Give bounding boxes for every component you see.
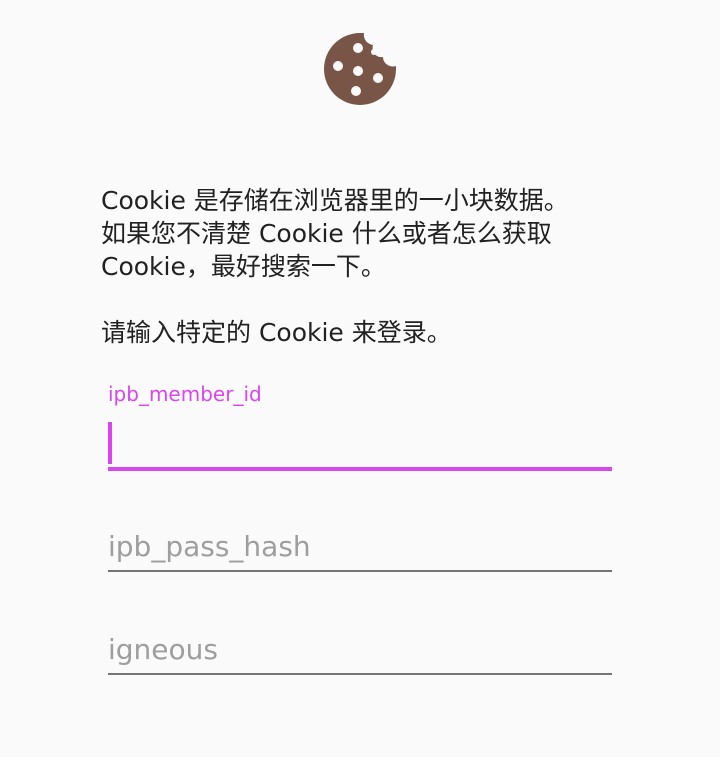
ipb-pass-hash-underline <box>108 570 612 572</box>
intro-line-2: 如果您不清楚 Cookie 什么或者怎么获取 <box>101 219 552 248</box>
login-prompt: 请输入特定的 Cookie 来登录。 <box>101 318 452 347</box>
ipb-member-id-label: ipb_member_id <box>108 382 262 406</box>
igneous-underline <box>108 673 612 675</box>
intro-line-3: Cookie，最好搜索一下。 <box>101 252 386 281</box>
ipb-pass-hash-input[interactable] <box>108 526 612 566</box>
ipb-member-id-underline <box>108 467 612 471</box>
ipb-member-id-input[interactable] <box>120 424 612 464</box>
intro-line-1: Cookie 是存储在浏览器里的一小块数据。 <box>101 186 569 215</box>
ipb-member-id-field[interactable]: ipb_member_id <box>108 382 612 474</box>
cookie-icon-svg <box>324 33 396 105</box>
text-caret <box>108 422 112 464</box>
intro-text: Cookie 是存储在浏览器里的一小块数据。 如果您不清楚 Cookie 什么或… <box>101 184 641 283</box>
cookie-icon <box>323 32 397 106</box>
igneous-input[interactable] <box>108 629 612 669</box>
ipb-pass-hash-field[interactable] <box>108 524 612 574</box>
igneous-field[interactable] <box>108 627 612 677</box>
